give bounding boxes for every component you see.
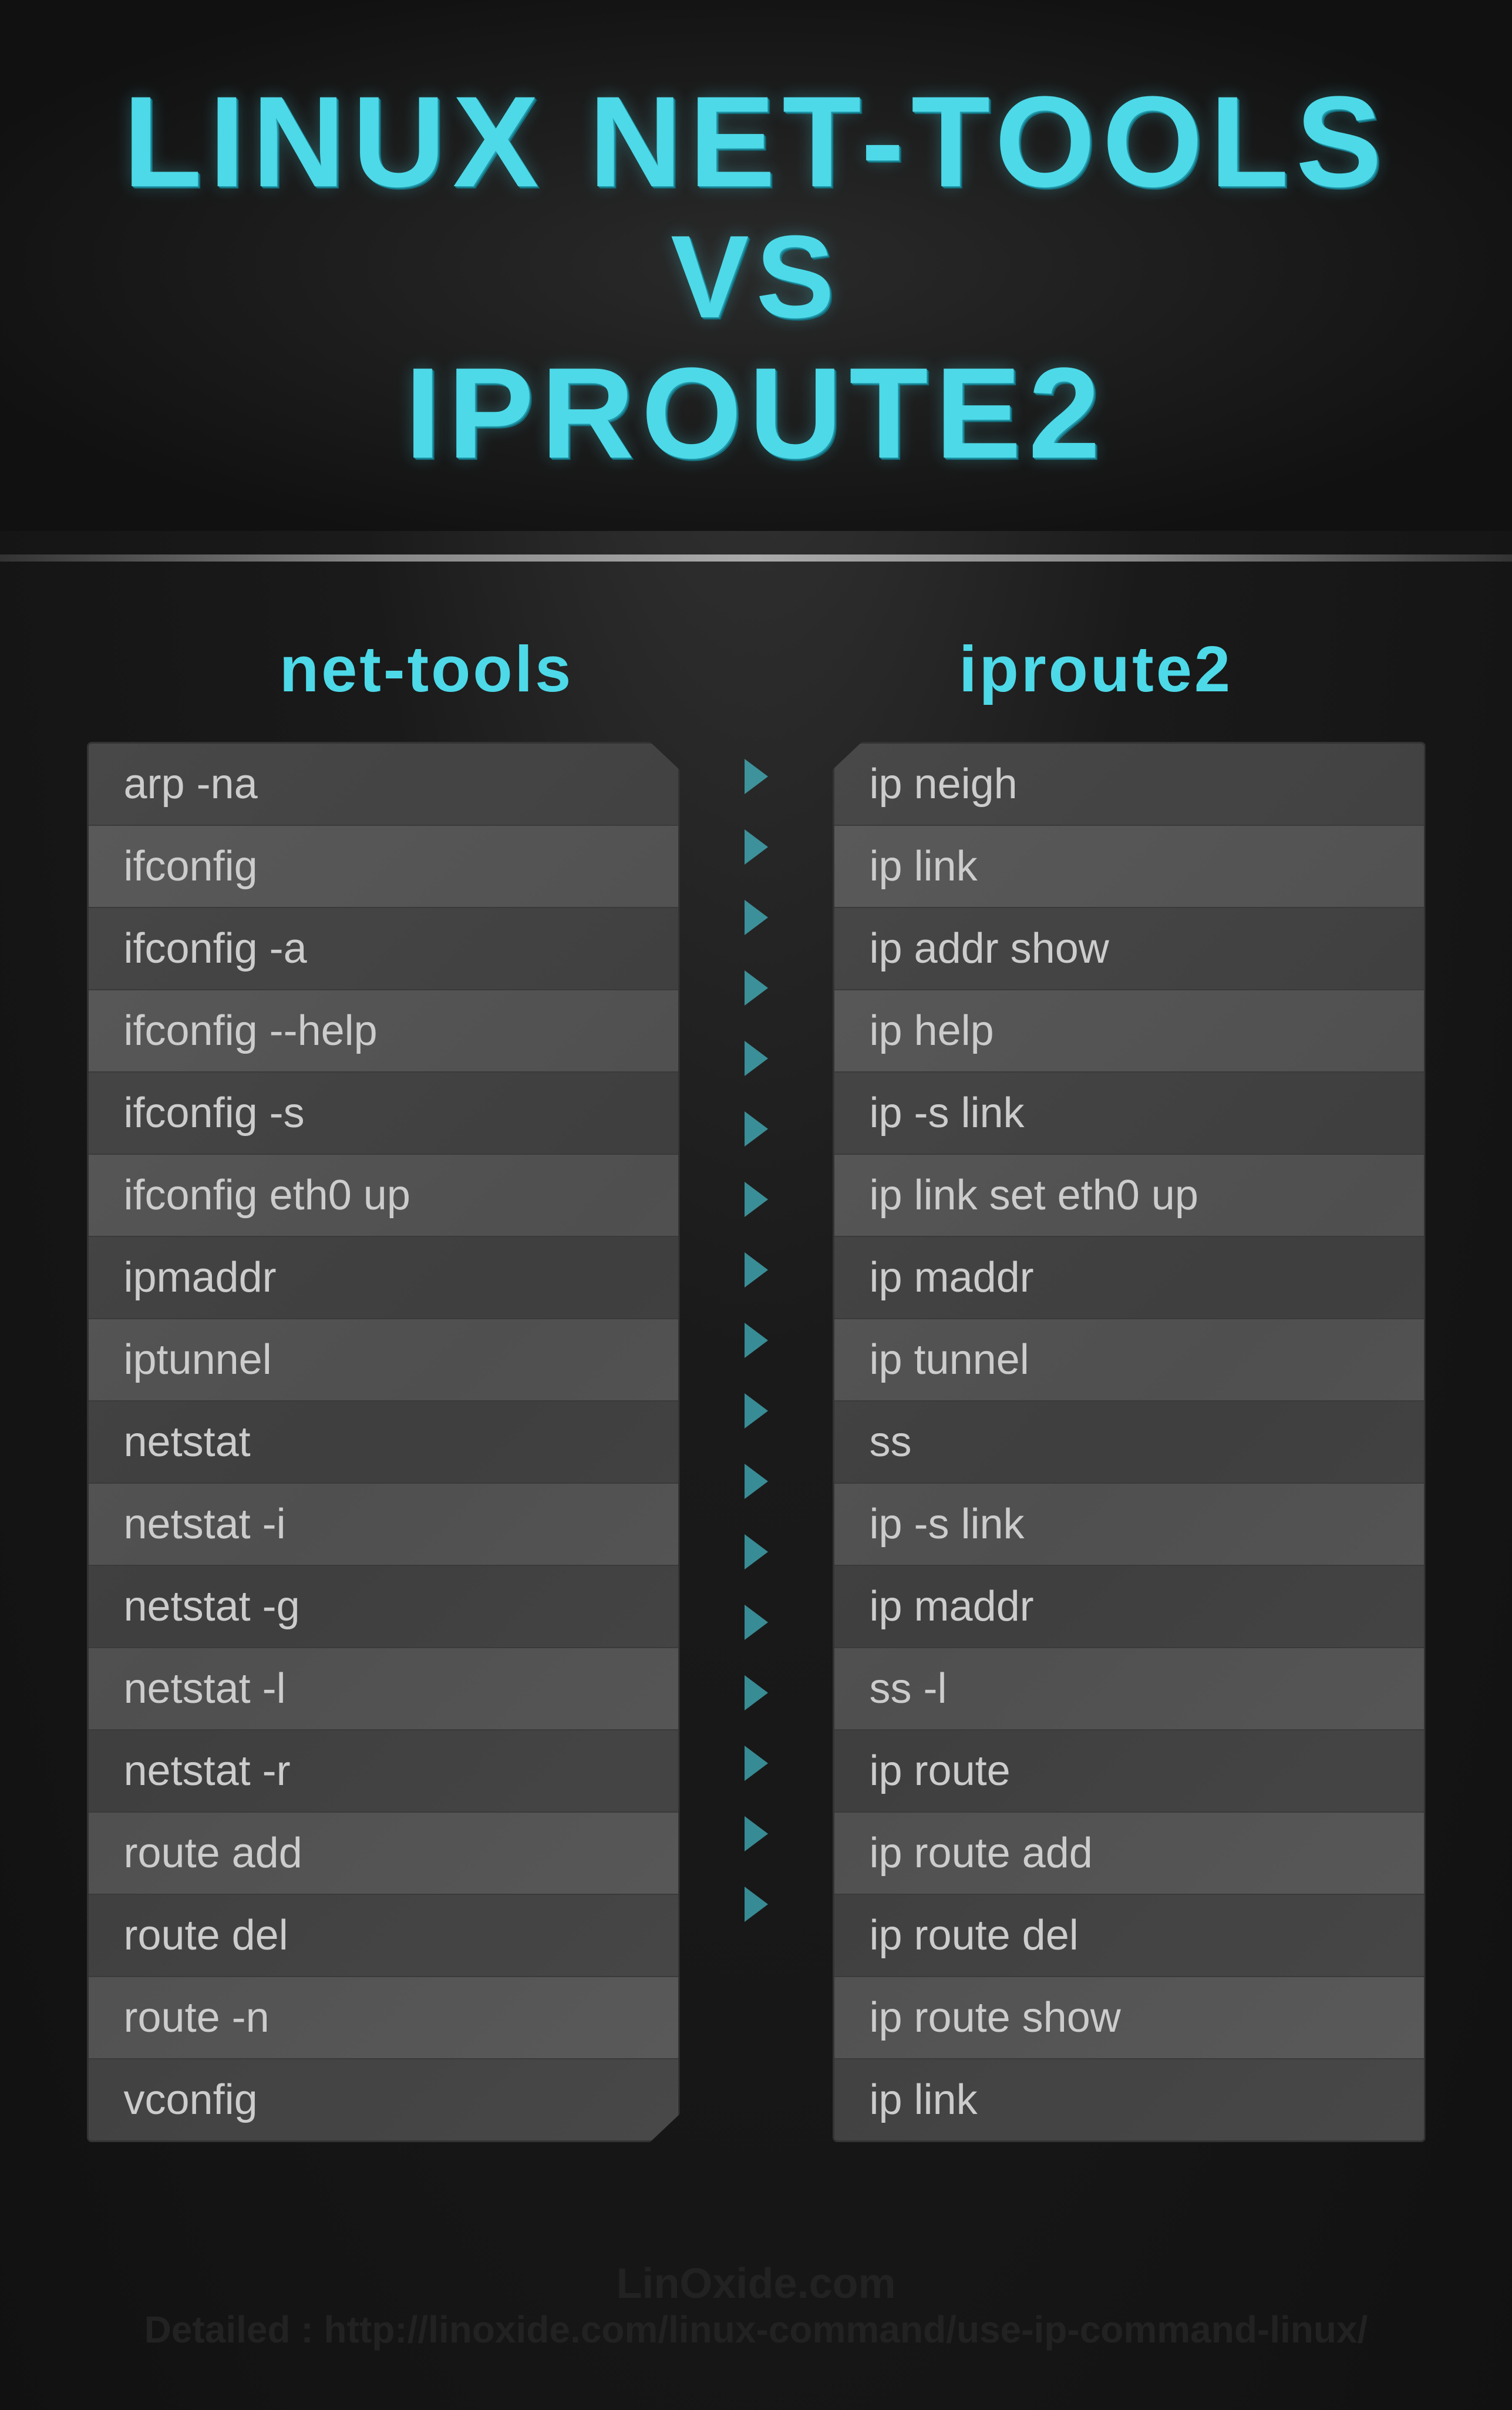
comparison-table: arp -na ifconfig ifconfig -a ifconfig --hel… [87, 742, 1426, 2142]
title-line2: VS [47, 213, 1465, 342]
table-row: arp -na [89, 744, 678, 826]
table-row: route -n [89, 1977, 678, 2059]
iproute2-cmd: ip maddr [870, 1582, 1034, 1631]
table-row: ip link set eth0 up [834, 1155, 1424, 1237]
nettools-cmd: ifconfig eth0 up [124, 1171, 410, 1219]
iproute2-cmd: ip link [870, 2076, 978, 2124]
table-row: netstat [89, 1401, 678, 1484]
table-row: ss -l [834, 1648, 1424, 1730]
table-row: ip addr show [834, 908, 1424, 990]
nettools-cmd: vconfig [124, 2076, 258, 2124]
iproute2-cmd: ip route del [870, 1911, 1079, 1959]
table-row: route del [89, 1895, 678, 1977]
table-row: ipmaddr [89, 1237, 678, 1319]
title-line1: LINUX NET-TOOLS [47, 70, 1465, 213]
header-divider [0, 554, 1512, 562]
table-row: ip -s link [834, 1073, 1424, 1155]
middle-divider [727, 742, 786, 2142]
table-row: iptunnel [89, 1319, 678, 1401]
table-row: ifconfig -s [89, 1073, 678, 1155]
table-row: ip link [834, 826, 1424, 908]
nettools-cmd: netstat -i [124, 1500, 286, 1548]
table-row: ip tunnel [834, 1319, 1424, 1401]
iproute2-cmd: ip tunnel [870, 1336, 1029, 1384]
table-row: ip route [834, 1730, 1424, 1813]
table-row: route add [89, 1813, 678, 1895]
nettools-cmd: ipmaddr [124, 1253, 277, 1302]
column-headers: net-tools iproute2 [87, 632, 1426, 707]
left-column-header: net-tools [279, 632, 573, 707]
nettools-panel: arp -na ifconfig ifconfig -a ifconfig --hel… [87, 742, 680, 2142]
nettools-cmd: route del [124, 1911, 288, 1959]
iproute2-cmd: ip help [870, 1007, 994, 1055]
iproute2-cmd: ip link [870, 842, 978, 890]
table-row: ip link [834, 2059, 1424, 2140]
footer-site: LinOxide.com [35, 2260, 1477, 2308]
iproute2-cmd: ip neigh [870, 760, 1018, 808]
footer-link: Detailed : http://linoxide.com/linux-com… [35, 2308, 1477, 2351]
nettools-cmd: netstat -l [124, 1665, 286, 1713]
footer-section: LinOxide.com Detailed : http://linoxide.… [0, 2213, 1512, 2410]
table-row: netstat -i [89, 1484, 678, 1566]
nettools-cmd: netstat -r [124, 1747, 291, 1795]
nettools-cmd: ifconfig -a [124, 925, 307, 973]
iproute2-cmd: ss -l [870, 1665, 947, 1713]
nettools-cmd: netstat -g [124, 1582, 300, 1631]
table-row: ip maddr [834, 1237, 1424, 1319]
table-row: ifconfig eth0 up [89, 1155, 678, 1237]
nettools-cmd: route add [124, 1829, 302, 1877]
table-row: ss [834, 1401, 1424, 1484]
iproute2-panel: ip neigh ip link ip addr show ip help ip -s … [833, 742, 1426, 2142]
table-row: netstat -l [89, 1648, 678, 1730]
iproute2-cmd: ip link set eth0 up [870, 1171, 1198, 1219]
iproute2-cmd: ip route show [870, 1994, 1121, 2042]
table-row: ip neigh [834, 744, 1424, 826]
table-row: ip route show [834, 1977, 1424, 2059]
table-row: vconfig [89, 2059, 678, 2140]
table-row: ip route add [834, 1813, 1424, 1895]
nettools-cmd: route -n [124, 1994, 270, 2042]
table-row: netstat -g [89, 1566, 678, 1648]
table-row: ip -s link [834, 1484, 1424, 1566]
iproute2-cmd: ip -s link [870, 1500, 1025, 1548]
right-column-header: iproute2 [959, 632, 1233, 707]
title-line3: IPROUTE2 [47, 342, 1465, 484]
table-row: netstat -r [89, 1730, 678, 1813]
iproute2-cmd: ip addr show [870, 925, 1109, 973]
table-row: ip route del [834, 1895, 1424, 1977]
nettools-cmd: arp -na [124, 760, 258, 808]
iproute2-cmd: ip -s link [870, 1089, 1025, 1137]
table-row: ifconfig --help [89, 990, 678, 1073]
nettools-cmd: ifconfig -s [124, 1089, 305, 1137]
iproute2-cmd: ss [870, 1418, 912, 1466]
table-row: ip maddr [834, 1566, 1424, 1648]
iproute2-cmd: ip route [870, 1747, 1011, 1795]
main-content: net-tools iproute2 arp -na ifconfig ifconf… [52, 585, 1461, 2213]
table-row: ifconfig -a [89, 908, 678, 990]
nettools-cmd: netstat [124, 1418, 251, 1466]
table-row: ip help [834, 990, 1424, 1073]
iproute2-cmd: ip route add [870, 1829, 1093, 1877]
nettools-cmd: ifconfig [124, 842, 258, 890]
table-row: ifconfig [89, 826, 678, 908]
nettools-cmd: iptunnel [124, 1336, 272, 1384]
iproute2-cmd: ip maddr [870, 1253, 1034, 1302]
nettools-cmd: ifconfig --help [124, 1007, 378, 1055]
header-section: LINUX NET-TOOLS VS IPROUTE2 [0, 0, 1512, 531]
